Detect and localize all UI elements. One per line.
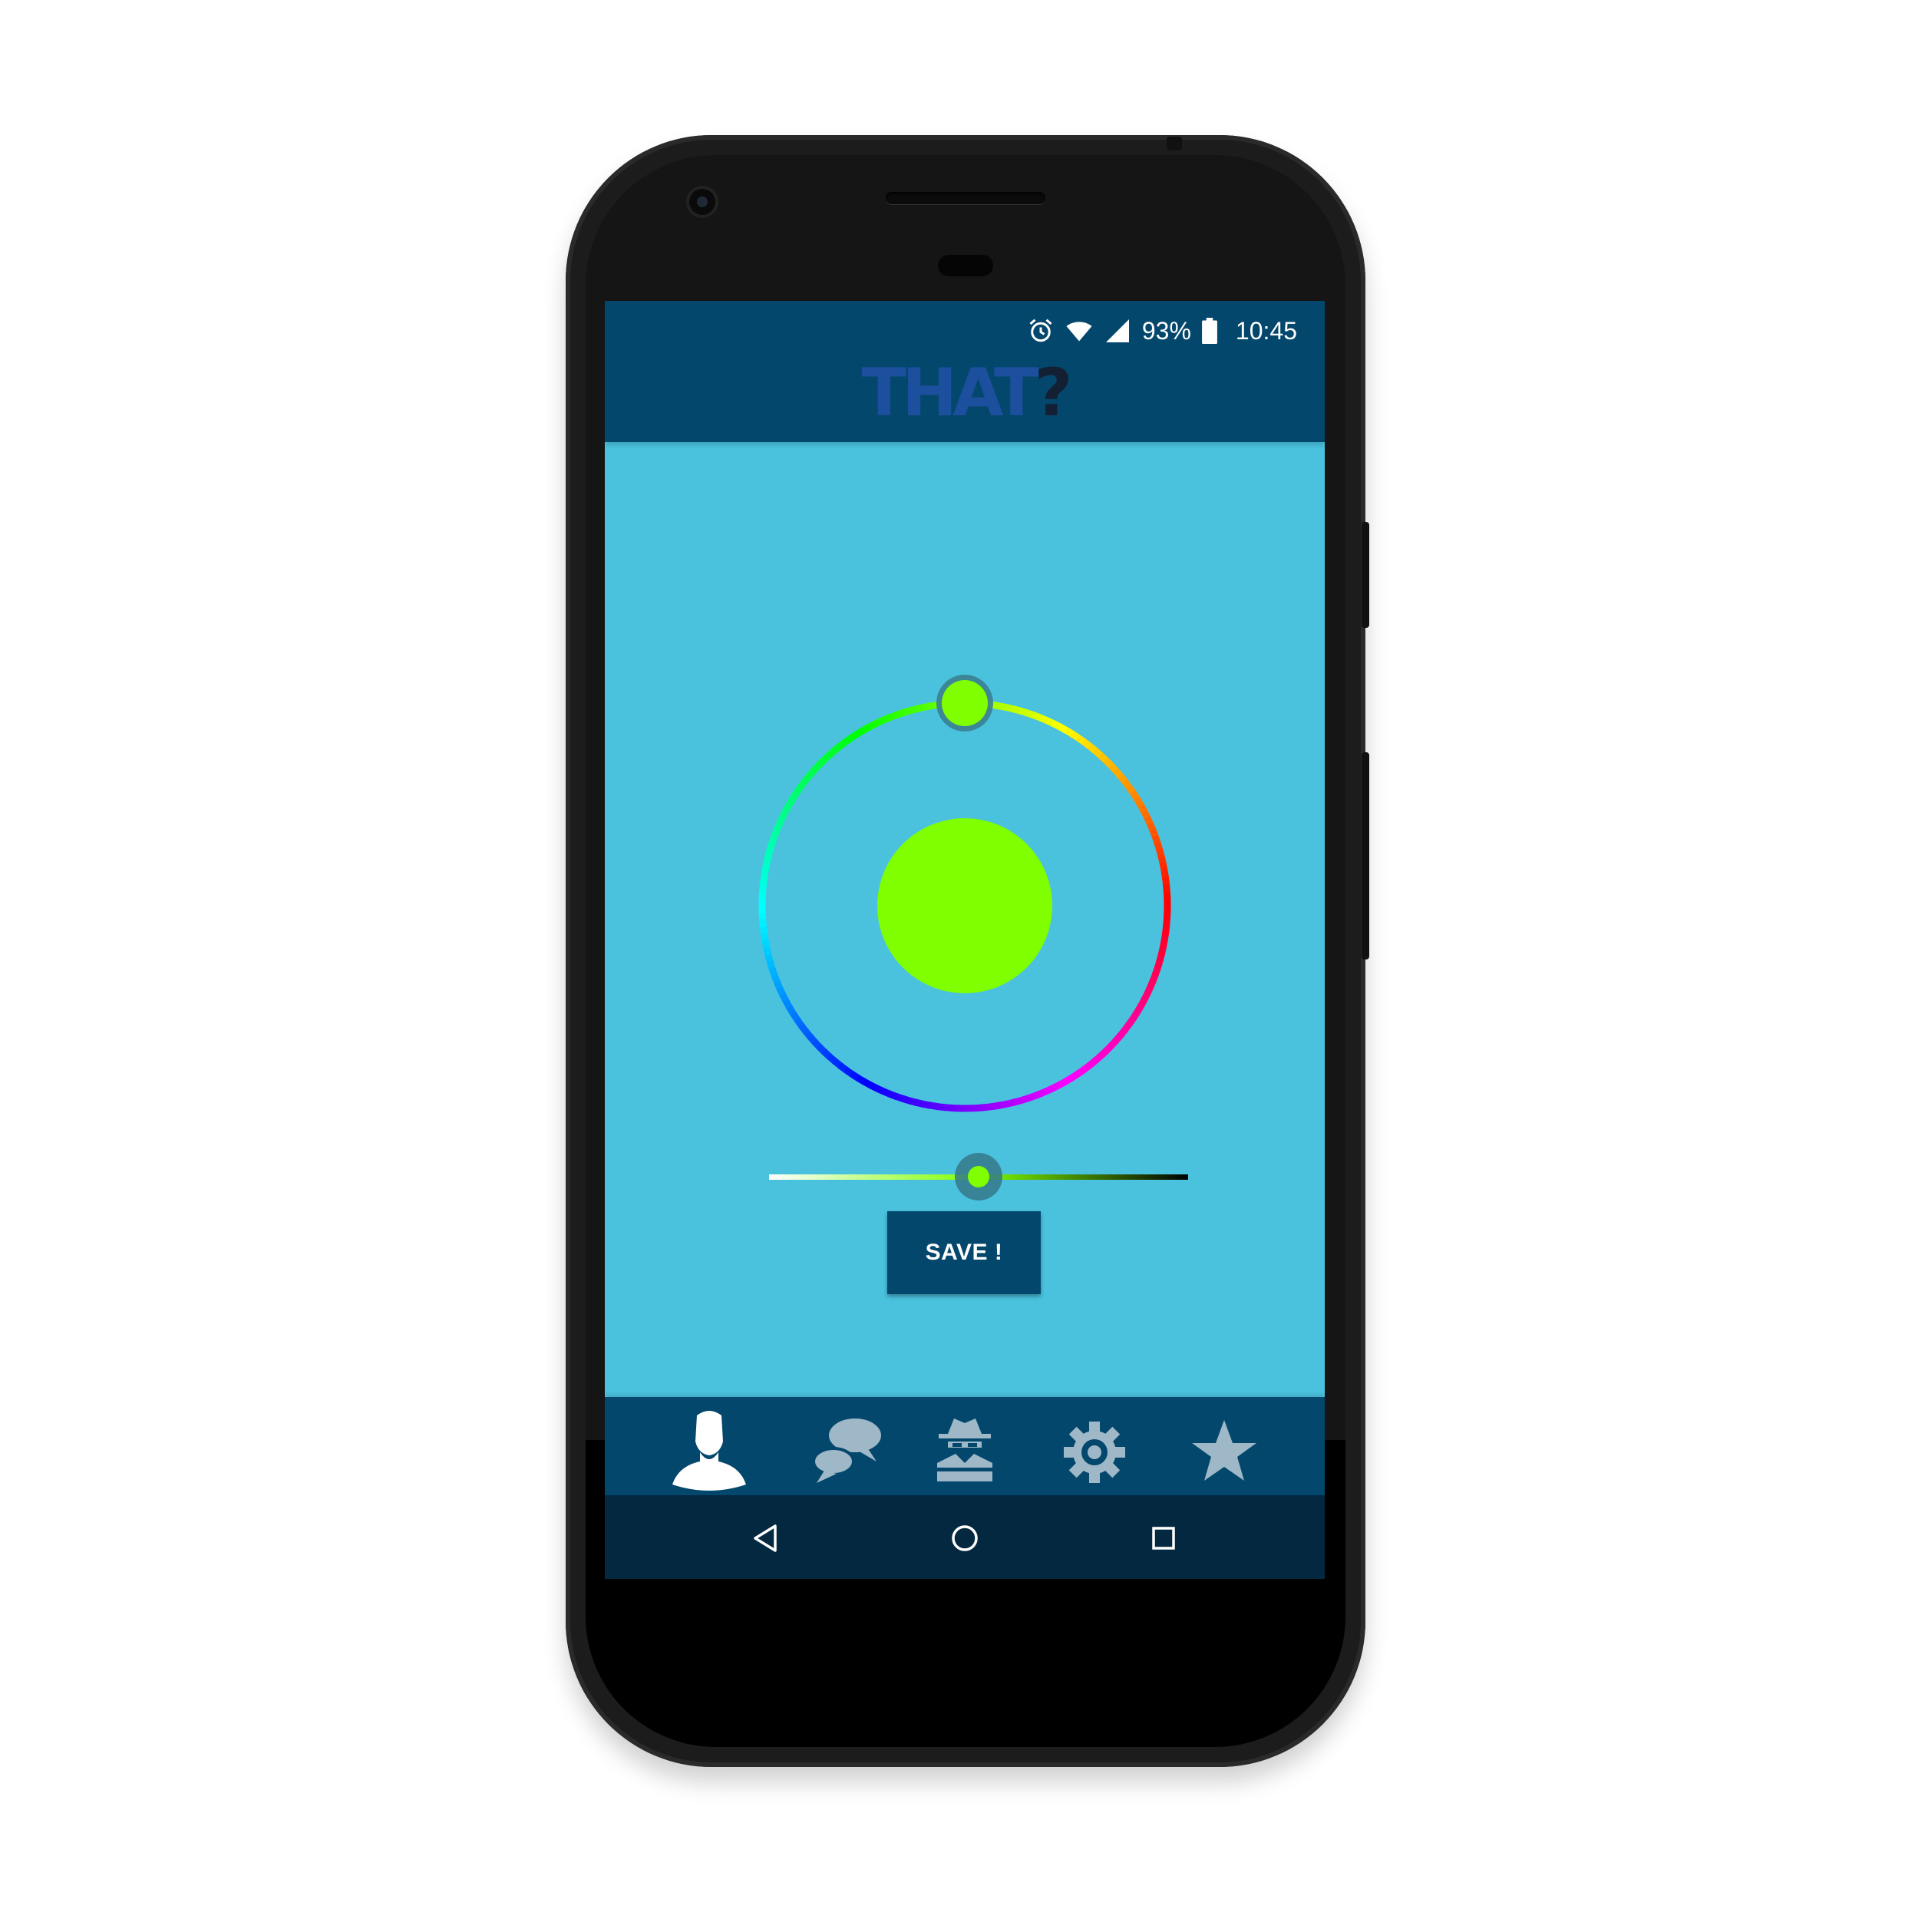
star-icon xyxy=(1192,1420,1256,1481)
proximity-sensor xyxy=(938,255,993,276)
volume-button xyxy=(1362,752,1369,959)
bottom-nav xyxy=(605,1397,1325,1495)
system-nav-bar xyxy=(605,1495,1325,1579)
spy-icon xyxy=(937,1418,992,1481)
home-icon[interactable] xyxy=(942,1515,988,1561)
nav-item-chat[interactable] xyxy=(801,1408,893,1492)
top-notch-mark xyxy=(1167,137,1182,150)
shade-slider-handle[interactable] xyxy=(955,1153,1002,1200)
save-button[interactable]: SAVE ! xyxy=(887,1211,1041,1294)
profile-icon xyxy=(672,1411,746,1491)
back-icon[interactable] xyxy=(743,1515,789,1561)
gear-icon xyxy=(1064,1422,1125,1483)
chat-icon xyxy=(812,1418,881,1483)
nav-item-profile[interactable] xyxy=(663,1408,755,1492)
color-preview xyxy=(877,818,1052,993)
nav-item-favorites[interactable] xyxy=(1178,1408,1270,1492)
nav-item-spy[interactable] xyxy=(919,1408,1011,1492)
front-camera xyxy=(689,189,715,215)
recents-icon[interactable] xyxy=(1141,1515,1187,1561)
nav-item-settings[interactable] xyxy=(1048,1408,1141,1492)
hue-handle[interactable] xyxy=(936,675,993,732)
earpiece-speaker xyxy=(886,192,1045,204)
color-picker xyxy=(758,675,1188,1200)
power-button xyxy=(1362,522,1369,628)
app-screen: 93% 10:45 THAT? SAVE ! xyxy=(605,301,1325,1579)
